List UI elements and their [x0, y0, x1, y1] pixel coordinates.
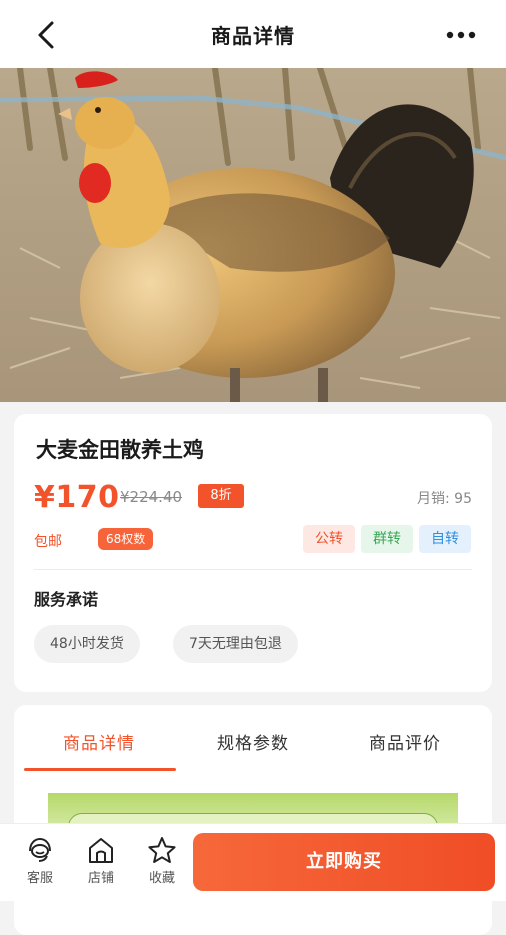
- original-price: ¥224.40: [120, 488, 183, 506]
- tab-reviews[interactable]: 商品评价: [330, 729, 480, 754]
- buy-now-button[interactable]: 立即购买: [193, 833, 495, 891]
- tag-self-transfer: 自转: [419, 525, 471, 553]
- tag-group-transfer: 群转: [361, 525, 413, 553]
- more-horizontal-icon: [446, 31, 476, 39]
- product-info-card: 大麦金田散养土鸡 ¥170 ¥224.40 8折 月销: 95 包邮 68权数 …: [14, 414, 492, 692]
- tag-public-transfer: 公转: [303, 525, 355, 553]
- active-tab-indicator: [24, 768, 176, 771]
- shop-button[interactable]: 店铺: [77, 834, 125, 886]
- favorite-button[interactable]: 收藏: [138, 834, 186, 886]
- back-button[interactable]: [30, 18, 64, 52]
- headset-icon: [29, 837, 51, 862]
- favorite-label: 收藏: [148, 871, 175, 886]
- monthly-sales: 月销: 95: [417, 491, 472, 507]
- service-chip-48h-shipping: 48小时发货: [34, 625, 140, 663]
- service-chip-7day-return: 7天无理由包退: [173, 625, 298, 663]
- rights-badge: 68权数: [98, 528, 154, 550]
- service-title: 服务承诺: [34, 590, 99, 609]
- discount-badge: 8折: [198, 484, 244, 508]
- tab-specifications[interactable]: 规格参数: [178, 729, 328, 754]
- star-icon: [148, 837, 176, 863]
- free-shipping-label: 包邮: [34, 534, 62, 550]
- product-price: ¥170: [34, 480, 120, 515]
- customer-service-label: 客服: [26, 871, 53, 886]
- chevron-left-icon: [38, 21, 54, 49]
- top-bar: 商品详情: [0, 0, 506, 68]
- shop-icon: [89, 838, 113, 863]
- shop-label: 店铺: [87, 871, 114, 886]
- product-name: 大麦金田散养土鸡: [36, 438, 204, 462]
- page-title: 商品详情: [211, 23, 295, 48]
- rooster-photo: [0, 68, 506, 402]
- tab-product-details[interactable]: 商品详情: [24, 729, 174, 754]
- product-image[interactable]: [0, 68, 506, 402]
- more-button[interactable]: [444, 22, 478, 48]
- bottom-action-bar: 客服 店铺 收藏 立即购买: [0, 823, 506, 901]
- customer-service-button[interactable]: 客服: [16, 834, 64, 886]
- divider: [34, 569, 472, 570]
